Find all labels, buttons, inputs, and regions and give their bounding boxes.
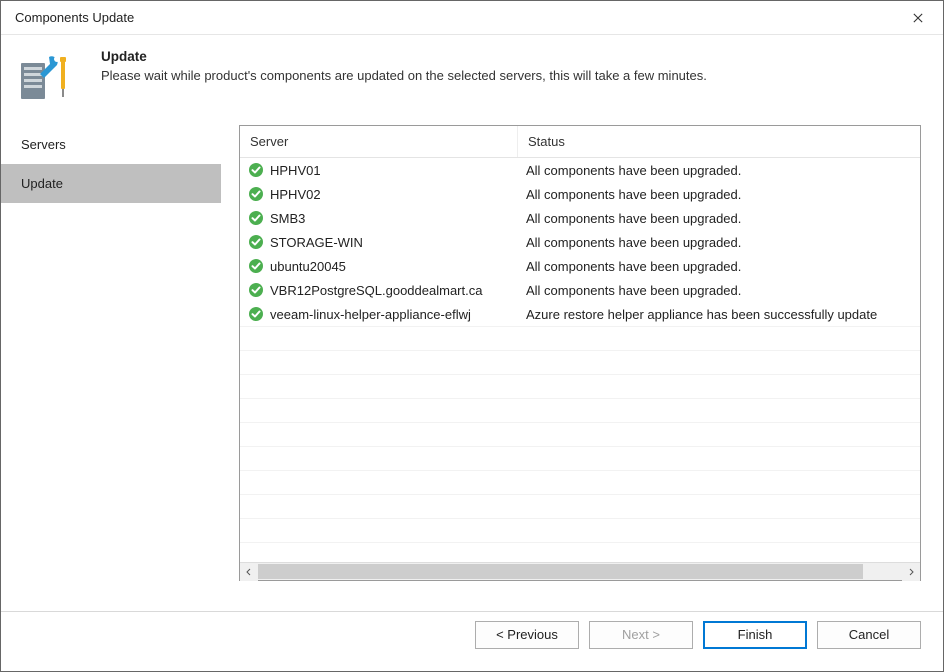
table-row-empty — [240, 446, 920, 470]
table-row[interactable]: HPHV01 All components have been upgraded. — [240, 158, 920, 182]
update-wizard-icon — [19, 47, 75, 103]
wizard-content: Server Status HPHV01 All components have … — [221, 119, 943, 611]
cell-status — [518, 385, 920, 389]
cell-server: ubuntu20045 — [240, 256, 518, 276]
cell-status — [518, 481, 920, 485]
scrollbar-thumb[interactable] — [258, 564, 863, 579]
previous-button[interactable]: < Previous — [475, 621, 579, 649]
success-check-icon — [248, 234, 264, 250]
sidebar-item-update[interactable]: Update — [1, 164, 221, 203]
cell-status — [518, 457, 920, 461]
cell-status: All components have been upgraded. — [518, 257, 920, 276]
server-name: veeam-linux-helper-appliance-eflwj — [270, 307, 471, 322]
table-row[interactable]: veeam-linux-helper-appliance-eflwj Azure … — [240, 302, 920, 326]
table-row[interactable]: HPHV02 All components have been upgraded. — [240, 182, 920, 206]
table-row-empty — [240, 518, 920, 542]
update-results-table: Server Status HPHV01 All components have … — [239, 125, 921, 581]
server-name: SMB3 — [270, 211, 305, 226]
sidebar-item-servers[interactable]: Servers — [1, 125, 221, 164]
cell-server — [240, 457, 518, 461]
cell-server — [240, 337, 518, 341]
finish-button[interactable]: Finish — [703, 621, 807, 649]
scroll-right-icon[interactable] — [902, 563, 920, 581]
server-name: HPHV02 — [270, 187, 321, 202]
sidebar-item-label: Servers — [21, 137, 66, 152]
cell-server — [240, 433, 518, 437]
horizontal-scrollbar[interactable] — [240, 562, 920, 580]
cell-status — [518, 433, 920, 437]
scroll-left-icon[interactable] — [240, 563, 258, 581]
success-check-icon — [248, 210, 264, 226]
cell-server — [240, 361, 518, 365]
table-row-empty — [240, 374, 920, 398]
results-grid: Server Status HPHV01 All components have … — [240, 126, 920, 562]
cell-status: All components have been upgraded. — [518, 209, 920, 228]
cell-server — [240, 529, 518, 533]
column-header-server[interactable]: Server — [240, 126, 518, 157]
grid-body: HPHV01 All components have been upgraded.… — [240, 158, 920, 562]
scrollbar-track[interactable] — [258, 563, 902, 580]
table-row-empty — [240, 470, 920, 494]
cell-server: VBR12PostgreSQL.gooddealmart.ca — [240, 280, 518, 300]
cell-server — [240, 553, 518, 557]
sidebar-item-label: Update — [21, 176, 63, 191]
cell-server: SMB3 — [240, 208, 518, 228]
cell-status: All components have been upgraded. — [518, 281, 920, 300]
cell-status: All components have been upgraded. — [518, 161, 920, 180]
column-header-status[interactable]: Status — [518, 126, 920, 157]
success-check-icon — [248, 258, 264, 274]
server-name: HPHV01 — [270, 163, 321, 178]
success-check-icon — [248, 306, 264, 322]
table-row[interactable]: STORAGE-WIN All components have been upgr… — [240, 230, 920, 254]
wizard-header-text: Update Please wait while product's compo… — [91, 47, 707, 83]
close-button[interactable] — [907, 7, 929, 29]
cell-status — [518, 409, 920, 413]
close-icon — [913, 12, 923, 24]
table-row-empty — [240, 494, 920, 518]
cell-server — [240, 505, 518, 509]
table-row[interactable]: ubuntu20045 All components have been upgr… — [240, 254, 920, 278]
table-row-empty — [240, 326, 920, 350]
server-name: VBR12PostgreSQL.gooddealmart.ca — [270, 283, 482, 298]
cell-server — [240, 385, 518, 389]
cell-server: HPHV01 — [240, 160, 518, 180]
wizard-footer: < Previous Next > Finish Cancel — [1, 611, 943, 657]
server-name: ubuntu20045 — [270, 259, 346, 274]
wizard-description: Please wait while product's components a… — [101, 68, 707, 83]
cell-server: HPHV02 — [240, 184, 518, 204]
wizard-heading: Update — [101, 49, 707, 64]
next-button[interactable]: Next > — [589, 621, 693, 649]
success-check-icon — [248, 162, 264, 178]
table-row-empty — [240, 422, 920, 446]
cell-status: All components have been upgraded. — [518, 233, 920, 252]
cell-status — [518, 529, 920, 533]
cell-status — [518, 505, 920, 509]
cancel-button[interactable]: Cancel — [817, 621, 921, 649]
cell-status: All components have been upgraded. — [518, 185, 920, 204]
grid-header: Server Status — [240, 126, 920, 158]
cell-status: Azure restore helper appliance has been … — [518, 305, 920, 324]
wizard-sidebar: Servers Update — [1, 119, 221, 611]
cell-server: veeam-linux-helper-appliance-eflwj — [240, 304, 518, 324]
wizard-main: Servers Update Server Status HPHV01 All c… — [1, 119, 943, 611]
cell-status — [518, 337, 920, 341]
table-row-empty — [240, 350, 920, 374]
table-row[interactable]: VBR12PostgreSQL.gooddealmart.ca All compo… — [240, 278, 920, 302]
table-row[interactable]: SMB3 All components have been upgraded. — [240, 206, 920, 230]
window-title: Components Update — [15, 10, 134, 25]
table-row-empty — [240, 542, 920, 562]
wizard-header: Update Please wait while product's compo… — [1, 35, 943, 119]
cell-status — [518, 553, 920, 557]
cell-server — [240, 409, 518, 413]
success-check-icon — [248, 186, 264, 202]
title-bar: Components Update — [1, 1, 943, 35]
cell-server: STORAGE-WIN — [240, 232, 518, 252]
server-name: STORAGE-WIN — [270, 235, 363, 250]
success-check-icon — [248, 282, 264, 298]
cell-server — [240, 481, 518, 485]
table-row-empty — [240, 398, 920, 422]
cell-status — [518, 361, 920, 365]
